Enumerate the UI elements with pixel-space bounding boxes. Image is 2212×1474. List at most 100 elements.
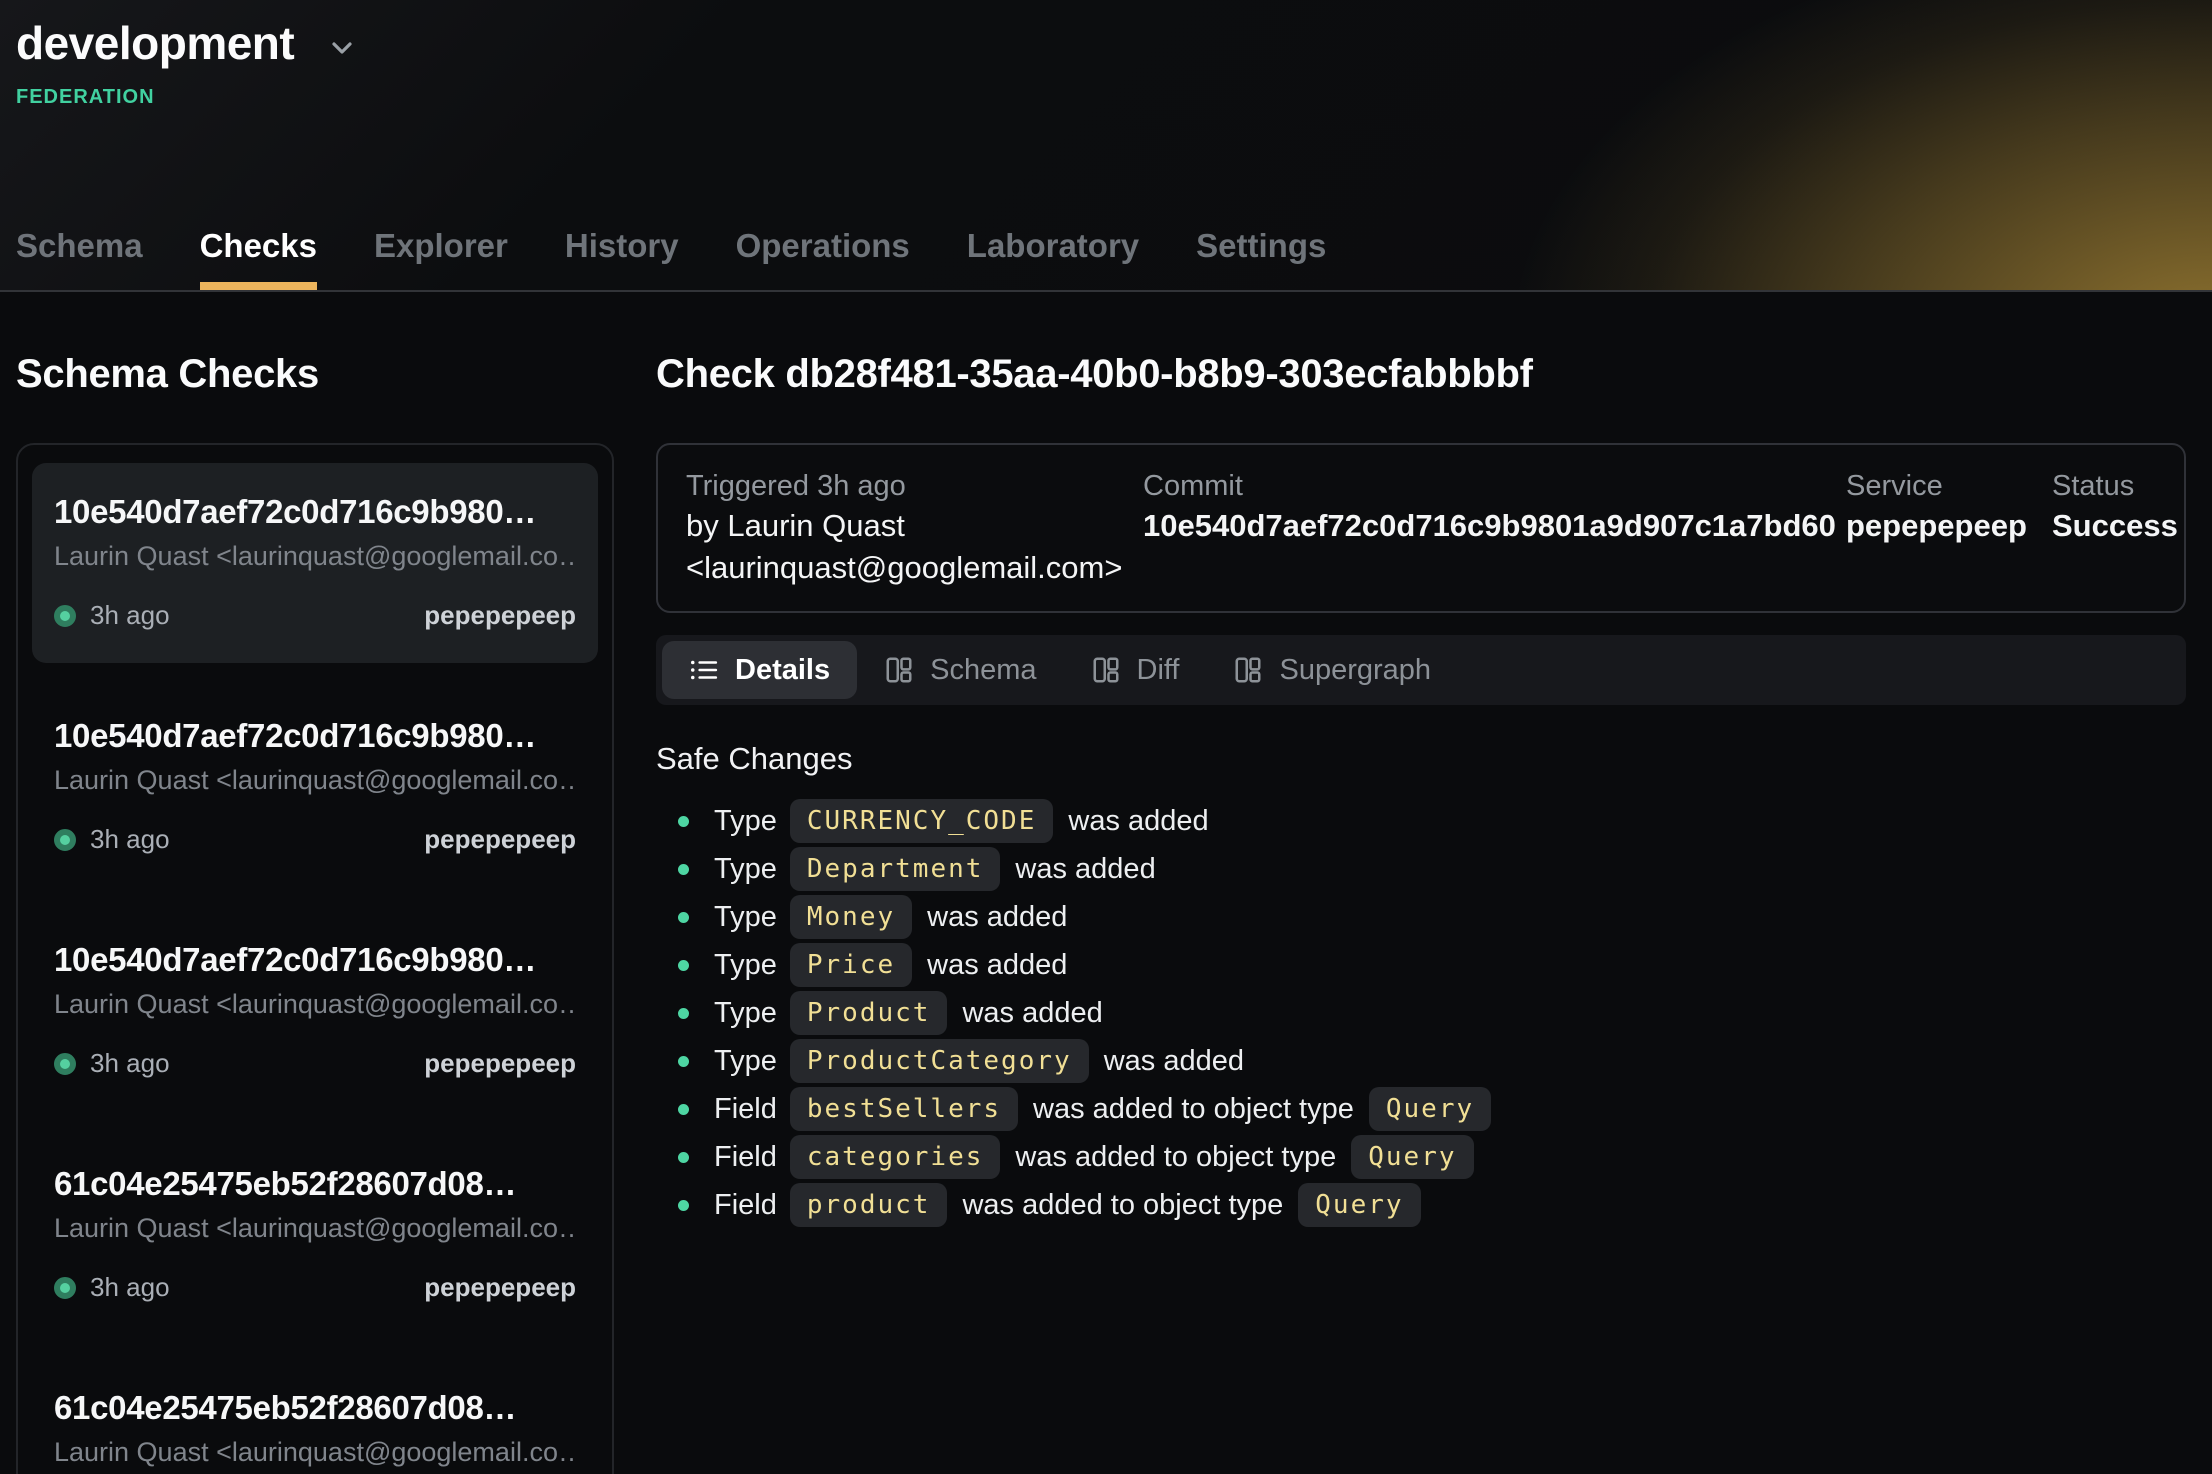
bullet-icon	[678, 1152, 689, 1163]
change-description: was added	[927, 949, 1067, 982]
list-icon	[689, 655, 719, 685]
change-row: Type Price was added	[678, 941, 2186, 989]
tab-schema[interactable]: Schema	[16, 227, 143, 290]
changes-list: Type CURRENCY_CODE was added Type Depart…	[656, 797, 2186, 1229]
check-time: 3h ago	[90, 600, 170, 631]
tab-explorer[interactable]: Explorer	[374, 227, 508, 290]
check-detail-panel: Check db28f481-35aa-40b0-b8b9-303ecfabbb…	[656, 292, 2186, 1229]
status-dot-icon	[54, 1277, 76, 1299]
meta-service: Service pepepepeep	[1846, 467, 2052, 589]
check-meta-box: Triggered 3h ago by Laurin Quast <laurin…	[656, 443, 2186, 613]
view-tabs: Details Schema	[656, 635, 2186, 705]
type-chip: Money	[790, 895, 912, 939]
type-chip: Department	[790, 847, 1001, 891]
tab-history[interactable]: History	[565, 227, 679, 290]
bullet-icon	[678, 864, 689, 875]
tab-diff[interactable]: Diff	[1064, 641, 1207, 699]
tab-operations[interactable]: Operations	[736, 227, 910, 290]
project-type-badge: FEDERATION	[16, 86, 2188, 109]
view-tab-label: Details	[735, 654, 830, 687]
service-label: Service	[1846, 467, 2052, 505]
check-list-item[interactable]: 61c04e25475eb52f28607d08… Laurin Quast <…	[32, 1135, 598, 1335]
check-hash: 10e540d7aef72c0d716c9b980…	[54, 493, 576, 531]
bullet-icon	[678, 912, 689, 923]
check-author: Laurin Quast <laurinquast@googlemail.co…	[54, 1213, 576, 1244]
bullet-icon	[678, 960, 689, 971]
tab-laboratory[interactable]: Laboratory	[967, 227, 1139, 290]
tab-supergraph[interactable]: Supergraph	[1206, 641, 1458, 699]
meta-status: Status Success	[2052, 467, 2156, 589]
change-row: Type CURRENCY_CODE was added	[678, 797, 2186, 845]
change-kind: Type	[714, 853, 777, 886]
change-row: Field product was added to object type Q…	[678, 1181, 2186, 1229]
change-description: was added	[927, 901, 1067, 934]
commit-value: 10e540d7aef72c0d716c9b9801a9d907c1a7bd60	[1143, 505, 1846, 547]
meta-triggered: Triggered 3h ago by Laurin Quast <laurin…	[686, 467, 1143, 589]
change-row: Field categories was added to object typ…	[678, 1133, 2186, 1181]
safe-changes-title: Safe Changes	[656, 741, 2186, 777]
view-tab-label: Diff	[1137, 654, 1180, 687]
check-time: 3h ago	[90, 1048, 170, 1079]
check-list-item[interactable]: 10e540d7aef72c0d716c9b980… Laurin Quast …	[32, 911, 598, 1111]
change-description: was added to object type	[1033, 1093, 1354, 1126]
type-chip-2: Query	[1369, 1087, 1491, 1131]
change-description: was added	[1015, 853, 1155, 886]
check-author: Laurin Quast <laurinquast@googlemail.co…	[54, 989, 576, 1020]
bullet-icon	[678, 1056, 689, 1067]
page-header: development FEDERATION Schema Checks Exp…	[0, 0, 2212, 292]
tab-schema-view[interactable]: Schema	[857, 641, 1063, 699]
type-chip: Price	[790, 943, 912, 987]
tab-details[interactable]: Details	[662, 641, 857, 699]
bullet-icon	[678, 1008, 689, 1019]
main-nav: Schema Checks Explorer History Operation…	[16, 227, 1326, 290]
columns-icon	[884, 655, 914, 685]
change-description: was added	[1068, 805, 1208, 838]
check-author: Laurin Quast <laurinquast@googlemail.co…	[54, 1437, 576, 1468]
status-dot-icon	[54, 829, 76, 851]
check-list-item[interactable]: 10e540d7aef72c0d716c9b980… Laurin Quast …	[32, 463, 598, 663]
triggered-label: Triggered 3h ago	[686, 467, 1143, 505]
chevron-down-icon[interactable]	[326, 32, 358, 64]
change-kind: Type	[714, 997, 777, 1030]
bullet-icon	[678, 1104, 689, 1115]
tab-settings[interactable]: Settings	[1196, 227, 1326, 290]
page-content: Schema Checks 10e540d7aef72c0d716c9b980……	[0, 292, 2212, 1474]
type-chip-2: Query	[1298, 1183, 1420, 1227]
bullet-icon	[678, 816, 689, 827]
type-chip: ProductCategory	[790, 1039, 1089, 1083]
check-hash: 10e540d7aef72c0d716c9b980…	[54, 941, 576, 979]
change-kind: Type	[714, 805, 777, 838]
change-row: Type Money was added	[678, 893, 2186, 941]
status-dot-icon	[54, 1053, 76, 1075]
check-time: 3h ago	[90, 1272, 170, 1303]
check-time: 3h ago	[90, 824, 170, 855]
check-list-item[interactable]: 61c04e25475eb52f28607d08… Laurin Quast <…	[32, 1359, 598, 1474]
columns-icon	[1091, 655, 1121, 685]
change-kind: Field	[714, 1189, 777, 1222]
check-service: pepepepeep	[424, 1048, 576, 1079]
check-list-item[interactable]: 10e540d7aef72c0d716c9b980… Laurin Quast …	[32, 687, 598, 887]
left-panel-title: Schema Checks	[16, 352, 614, 397]
schema-checks-panel: Schema Checks 10e540d7aef72c0d716c9b980……	[16, 292, 614, 1474]
change-description: was added to object type	[962, 1189, 1283, 1222]
type-chip: categories	[790, 1135, 1001, 1179]
project-title[interactable]: development	[16, 16, 294, 70]
change-row: Type Product was added	[678, 989, 2186, 1037]
check-author: Laurin Quast <laurinquast@googlemail.co…	[54, 541, 576, 572]
change-row: Field bestSellers was added to object ty…	[678, 1085, 2186, 1133]
check-hash: 61c04e25475eb52f28607d08…	[54, 1165, 576, 1203]
check-meta-row: 3h ago pepepepeep	[54, 824, 576, 855]
change-row: Type ProductCategory was added	[678, 1037, 2186, 1085]
type-chip: product	[790, 1183, 948, 1227]
change-description: was added	[1104, 1045, 1244, 1078]
type-chip: bestSellers	[790, 1087, 1018, 1131]
check-hash: 61c04e25475eb52f28607d08…	[54, 1389, 576, 1427]
check-meta-row: 3h ago pepepepeep	[54, 600, 576, 631]
status-dot-icon	[54, 605, 76, 627]
triggered-email: <laurinquast@googlemail.com>	[686, 547, 1143, 589]
tab-checks[interactable]: Checks	[200, 227, 317, 290]
change-description: was added	[962, 997, 1102, 1030]
check-author: Laurin Quast <laurinquast@googlemail.co…	[54, 765, 576, 796]
type-chip-2: Query	[1351, 1135, 1473, 1179]
change-row: Type Department was added	[678, 845, 2186, 893]
